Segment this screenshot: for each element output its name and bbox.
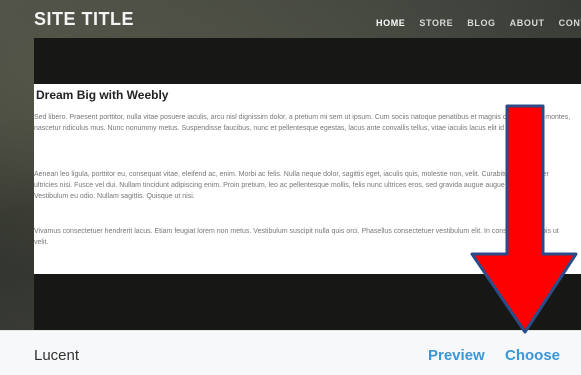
nav-about: ABOUT [509, 18, 545, 28]
choose-button[interactable]: Choose [505, 347, 560, 364]
hero-band [34, 38, 581, 84]
preview-button[interactable]: Preview [428, 347, 485, 364]
theme-footer: Lucent Preview Choose [0, 330, 581, 375]
site-title: SITE TITLE [34, 9, 135, 29]
content-heading: Dream Big with Weebly [36, 88, 169, 102]
nav-home: HOME [376, 18, 406, 28]
site-header: SITE TITLE HOME STORE BLOG ABOUT CONTAC [0, 0, 581, 38]
nav-store: STORE [419, 18, 454, 28]
site-nav: HOME STORE BLOG ABOUT CONTAC [376, 13, 581, 31]
nav-contact: CONTAC [558, 18, 581, 28]
nav-blog: BLOG [467, 18, 496, 28]
theme-name: Lucent [34, 347, 80, 364]
down-arrow-icon [470, 104, 578, 334]
